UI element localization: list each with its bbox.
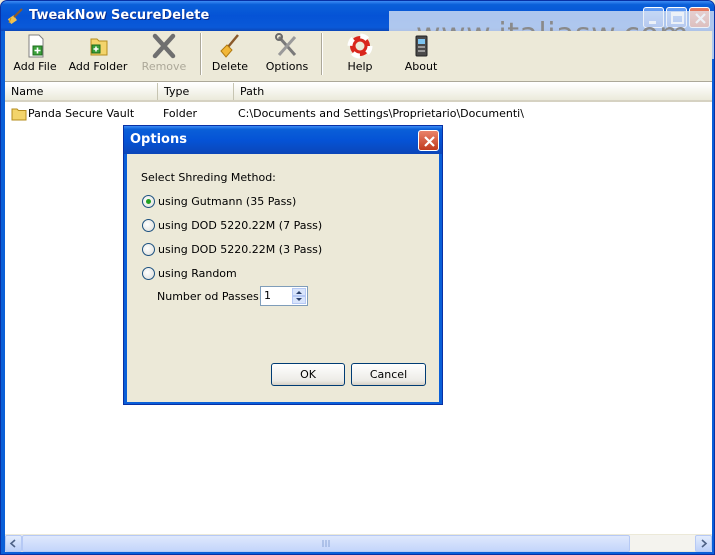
radio-dod-7pass[interactable] bbox=[142, 219, 155, 232]
list-item[interactable]: Panda Secure Vault Folder C:\Documents a… bbox=[5, 105, 712, 122]
list-item-type: Folder bbox=[163, 107, 197, 120]
remove-x-icon bbox=[152, 33, 176, 59]
ok-button[interactable]: OK bbox=[271, 363, 345, 386]
toolbar: Add File Add Folder Remove Delete Option… bbox=[5, 31, 712, 83]
cancel-button[interactable]: Cancel bbox=[351, 363, 426, 386]
list-header: Name Type Path bbox=[5, 83, 712, 102]
spin-down-button[interactable] bbox=[292, 296, 306, 304]
dialog-close-button[interactable] bbox=[418, 130, 439, 151]
dialog-title-bar[interactable]: Options bbox=[124, 126, 442, 154]
radio-random-label[interactable]: using Random bbox=[158, 267, 237, 280]
radio-gutmann[interactable] bbox=[142, 195, 155, 208]
radio-dod-3pass[interactable] bbox=[142, 243, 155, 256]
window-title: TweakNow SecureDelete bbox=[29, 8, 210, 23]
about-label: About bbox=[404, 60, 438, 73]
radio-dod-3pass-label[interactable]: using DOD 5220.22M (3 Pass) bbox=[158, 243, 322, 256]
add-folder-button[interactable]: Add Folder bbox=[67, 33, 129, 79]
arrow-left-icon bbox=[9, 539, 16, 548]
radio-random[interactable] bbox=[142, 267, 155, 280]
lifebuoy-icon bbox=[347, 33, 373, 59]
remove-label: Remove bbox=[141, 60, 187, 73]
arrow-right-icon bbox=[701, 539, 708, 548]
dialog-title: Options bbox=[130, 132, 187, 147]
remove-button[interactable]: Remove bbox=[139, 33, 189, 79]
add-folder-icon bbox=[90, 38, 108, 56]
options-dialog: Options Select Shreding Method: using Gu… bbox=[123, 125, 443, 405]
add-folder-label: Add Folder bbox=[68, 60, 128, 73]
radio-gutmann-label[interactable]: using Gutmann (35 Pass) bbox=[158, 195, 296, 208]
close-icon bbox=[424, 136, 435, 147]
options-button[interactable]: Options bbox=[263, 33, 311, 79]
about-button[interactable]: About bbox=[399, 33, 443, 79]
toolbar-separator bbox=[321, 33, 323, 75]
column-header-name[interactable]: Name bbox=[5, 83, 158, 100]
list-item-name: Panda Secure Vault bbox=[28, 107, 135, 120]
arrow-down-icon bbox=[296, 298, 302, 301]
column-header-type[interactable]: Type bbox=[158, 83, 234, 100]
add-file-label: Add File bbox=[13, 60, 57, 73]
shred-method-prompt: Select Shreding Method: bbox=[141, 171, 276, 184]
folder-icon bbox=[11, 108, 27, 121]
scroll-right-button[interactable] bbox=[695, 535, 712, 552]
scroll-left-button[interactable] bbox=[5, 535, 22, 552]
help-label: Help bbox=[347, 60, 373, 73]
passes-value[interactable]: 1 bbox=[264, 289, 271, 302]
passes-label: Number od Passes: bbox=[157, 290, 263, 303]
list-item-path: C:\Documents and Settings\Proprietario\D… bbox=[238, 107, 524, 120]
toolbar-separator bbox=[200, 33, 202, 75]
arrow-up-icon bbox=[296, 291, 302, 294]
broom-icon bbox=[220, 34, 239, 58]
spinner-arrows bbox=[292, 288, 306, 304]
horizontal-scrollbar[interactable] bbox=[5, 534, 712, 552]
app-broom-icon bbox=[7, 8, 23, 25]
spin-up-button[interactable] bbox=[292, 288, 306, 296]
grip-icon bbox=[322, 540, 330, 547]
delete-label: Delete bbox=[211, 60, 249, 73]
column-header-path[interactable]: Path bbox=[234, 83, 712, 100]
delete-button[interactable]: Delete bbox=[208, 33, 252, 79]
radio-dod-7pass-label[interactable]: using DOD 5220.22M (7 Pass) bbox=[158, 219, 322, 232]
scroll-thumb[interactable] bbox=[22, 535, 630, 552]
passes-spinner[interactable]: 1 bbox=[260, 286, 308, 306]
dialog-body: Select Shreding Method: using Gutmann (3… bbox=[127, 154, 439, 402]
options-label: Options bbox=[265, 60, 309, 73]
about-info-icon bbox=[415, 35, 428, 57]
tools-icon bbox=[275, 33, 297, 56]
add-file-button[interactable]: Add File bbox=[11, 33, 59, 79]
add-file-icon bbox=[28, 34, 44, 58]
help-button[interactable]: Help bbox=[338, 33, 382, 79]
